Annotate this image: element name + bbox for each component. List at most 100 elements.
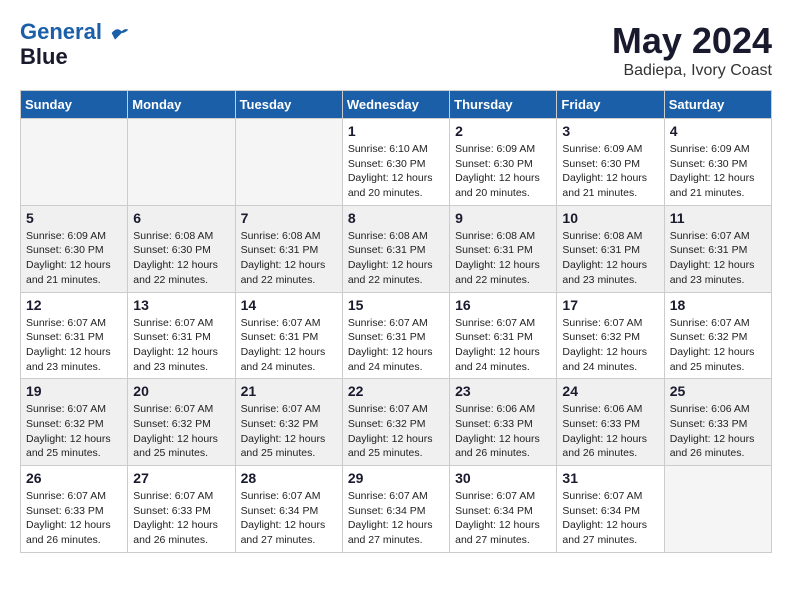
logo-text: General [20, 20, 130, 44]
day-number: 14 [241, 297, 337, 313]
calendar-week-row: 26 Sunrise: 6:07 AM Sunset: 6:33 PM Dayli… [21, 466, 772, 553]
calendar-week-row: 12 Sunrise: 6:07 AM Sunset: 6:31 PM Dayli… [21, 292, 772, 379]
day-info: Sunrise: 6:10 AM Sunset: 6:30 PM Dayligh… [348, 142, 444, 201]
day-info: Sunrise: 6:08 AM Sunset: 6:31 PM Dayligh… [348, 229, 444, 288]
day-info: Sunrise: 6:07 AM Sunset: 6:32 PM Dayligh… [348, 402, 444, 461]
logo: General Blue [20, 20, 130, 70]
weekday-header-tuesday: Tuesday [235, 91, 342, 119]
calendar-cell: 21 Sunrise: 6:07 AM Sunset: 6:32 PM Dayli… [235, 379, 342, 466]
calendar-cell: 17 Sunrise: 6:07 AM Sunset: 6:32 PM Dayli… [557, 292, 664, 379]
day-info: Sunrise: 6:07 AM Sunset: 6:32 PM Dayligh… [562, 316, 658, 375]
calendar-cell: 23 Sunrise: 6:06 AM Sunset: 6:33 PM Dayli… [450, 379, 557, 466]
day-info: Sunrise: 6:08 AM Sunset: 6:31 PM Dayligh… [241, 229, 337, 288]
calendar-cell: 11Sunrise: 6:07 AM Sunset: 6:31 PM Dayli… [664, 205, 771, 292]
calendar-cell: 27Sunrise: 6:07 AM Sunset: 6:33 PM Dayli… [128, 466, 235, 553]
calendar-cell: 4 Sunrise: 6:09 AM Sunset: 6:30 PM Daylig… [664, 119, 771, 206]
day-number: 20 [133, 383, 229, 399]
day-number: 4 [670, 123, 766, 139]
day-info: Sunrise: 6:08 AM Sunset: 6:30 PM Dayligh… [133, 229, 229, 288]
day-number: 3 [562, 123, 658, 139]
weekday-header-wednesday: Wednesday [342, 91, 449, 119]
calendar-cell: 22 Sunrise: 6:07 AM Sunset: 6:32 PM Dayli… [342, 379, 449, 466]
calendar-cell [664, 466, 771, 553]
calendar-cell: 9Sunrise: 6:08 AM Sunset: 6:31 PM Daylig… [450, 205, 557, 292]
calendar-cell: 26 Sunrise: 6:07 AM Sunset: 6:33 PM Dayli… [21, 466, 128, 553]
weekday-header-friday: Friday [557, 91, 664, 119]
day-number: 21 [241, 383, 337, 399]
calendar-cell [235, 119, 342, 206]
calendar-cell: 19 Sunrise: 6:07 AM Sunset: 6:32 PM Dayli… [21, 379, 128, 466]
calendar-cell: 1Sunrise: 6:10 AM Sunset: 6:30 PM Daylig… [342, 119, 449, 206]
day-info: Sunrise: 6:07 AM Sunset: 6:34 PM Dayligh… [562, 489, 658, 548]
day-info: Sunrise: 6:07 AM Sunset: 6:31 PM Dayligh… [455, 316, 551, 375]
day-info: Sunrise: 6:07 AM Sunset: 6:33 PM Dayligh… [133, 489, 229, 548]
calendar-cell: 7Sunrise: 6:08 AM Sunset: 6:31 PM Daylig… [235, 205, 342, 292]
calendar-cell: 15Sunrise: 6:07 AM Sunset: 6:31 PM Dayli… [342, 292, 449, 379]
calendar-table: SundayMondayTuesdayWednesdayThursdayFrid… [20, 90, 772, 553]
calendar-cell [21, 119, 128, 206]
day-number: 23 [455, 383, 551, 399]
calendar-cell: 31 Sunrise: 6:07 AM Sunset: 6:34 PM Dayli… [557, 466, 664, 553]
weekday-header-saturday: Saturday [664, 91, 771, 119]
day-info: Sunrise: 6:07 AM Sunset: 6:31 PM Dayligh… [133, 316, 229, 375]
location: Badiepa, Ivory Coast [612, 62, 772, 80]
weekday-header-thursday: Thursday [450, 91, 557, 119]
day-number: 31 [562, 470, 658, 486]
calendar-week-row: 19 Sunrise: 6:07 AM Sunset: 6:32 PM Dayli… [21, 379, 772, 466]
day-info: Sunrise: 6:07 AM Sunset: 6:34 PM Dayligh… [455, 489, 551, 548]
day-info: Sunrise: 6:07 AM Sunset: 6:32 PM Dayligh… [133, 402, 229, 461]
calendar-week-row: 1Sunrise: 6:10 AM Sunset: 6:30 PM Daylig… [21, 119, 772, 206]
day-info: Sunrise: 6:07 AM Sunset: 6:32 PM Dayligh… [241, 402, 337, 461]
calendar-cell: 25Sunrise: 6:06 AM Sunset: 6:33 PM Dayli… [664, 379, 771, 466]
title-block: May 2024 Badiepa, Ivory Coast [612, 20, 772, 80]
calendar-cell: 20 Sunrise: 6:07 AM Sunset: 6:32 PM Dayli… [128, 379, 235, 466]
day-number: 28 [241, 470, 337, 486]
calendar-cell: 18Sunrise: 6:07 AM Sunset: 6:32 PM Dayli… [664, 292, 771, 379]
day-number: 12 [26, 297, 122, 313]
day-info: Sunrise: 6:07 AM Sunset: 6:34 PM Dayligh… [348, 489, 444, 548]
calendar-cell: 14 Sunrise: 6:07 AM Sunset: 6:31 PM Dayli… [235, 292, 342, 379]
logo-blue: Blue [20, 44, 130, 70]
day-info: Sunrise: 6:08 AM Sunset: 6:31 PM Dayligh… [562, 229, 658, 288]
calendar-cell: 3Sunrise: 6:09 AM Sunset: 6:30 PM Daylig… [557, 119, 664, 206]
day-info: Sunrise: 6:07 AM Sunset: 6:33 PM Dayligh… [26, 489, 122, 548]
day-number: 10 [562, 210, 658, 226]
day-number: 30 [455, 470, 551, 486]
day-number: 13 [133, 297, 229, 313]
day-info: Sunrise: 6:08 AM Sunset: 6:31 PM Dayligh… [455, 229, 551, 288]
day-info: Sunrise: 6:06 AM Sunset: 6:33 PM Dayligh… [562, 402, 658, 461]
day-number: 26 [26, 470, 122, 486]
day-info: Sunrise: 6:07 AM Sunset: 6:31 PM Dayligh… [670, 229, 766, 288]
page-header: General Blue May 2024 Badiepa, Ivory Coa… [20, 20, 772, 80]
day-info: Sunrise: 6:07 AM Sunset: 6:31 PM Dayligh… [241, 316, 337, 375]
weekday-header-sunday: Sunday [21, 91, 128, 119]
day-info: Sunrise: 6:06 AM Sunset: 6:33 PM Dayligh… [455, 402, 551, 461]
day-info: Sunrise: 6:07 AM Sunset: 6:32 PM Dayligh… [26, 402, 122, 461]
calendar-cell: 8 Sunrise: 6:08 AM Sunset: 6:31 PM Daylig… [342, 205, 449, 292]
calendar-week-row: 5 Sunrise: 6:09 AM Sunset: 6:30 PM Daylig… [21, 205, 772, 292]
calendar-cell [128, 119, 235, 206]
day-info: Sunrise: 6:09 AM Sunset: 6:30 PM Dayligh… [455, 142, 551, 201]
day-number: 19 [26, 383, 122, 399]
calendar-cell: 29 Sunrise: 6:07 AM Sunset: 6:34 PM Dayli… [342, 466, 449, 553]
day-number: 6 [133, 210, 229, 226]
day-info: Sunrise: 6:09 AM Sunset: 6:30 PM Dayligh… [26, 229, 122, 288]
weekday-header-monday: Monday [128, 91, 235, 119]
day-number: 15 [348, 297, 444, 313]
day-info: Sunrise: 6:07 AM Sunset: 6:31 PM Dayligh… [26, 316, 122, 375]
calendar-cell: 16 Sunrise: 6:07 AM Sunset: 6:31 PM Dayli… [450, 292, 557, 379]
calendar-cell: 30 Sunrise: 6:07 AM Sunset: 6:34 PM Dayli… [450, 466, 557, 553]
day-number: 5 [26, 210, 122, 226]
day-number: 17 [562, 297, 658, 313]
day-number: 16 [455, 297, 551, 313]
day-number: 8 [348, 210, 444, 226]
day-number: 18 [670, 297, 766, 313]
day-number: 22 [348, 383, 444, 399]
day-number: 24 [562, 383, 658, 399]
calendar-cell: 12 Sunrise: 6:07 AM Sunset: 6:31 PM Dayli… [21, 292, 128, 379]
day-info: Sunrise: 6:09 AM Sunset: 6:30 PM Dayligh… [670, 142, 766, 201]
calendar-cell: 6 Sunrise: 6:08 AM Sunset: 6:30 PM Daylig… [128, 205, 235, 292]
day-number: 29 [348, 470, 444, 486]
day-number: 2 [455, 123, 551, 139]
calendar-header-row: SundayMondayTuesdayWednesdayThursdayFrid… [21, 91, 772, 119]
